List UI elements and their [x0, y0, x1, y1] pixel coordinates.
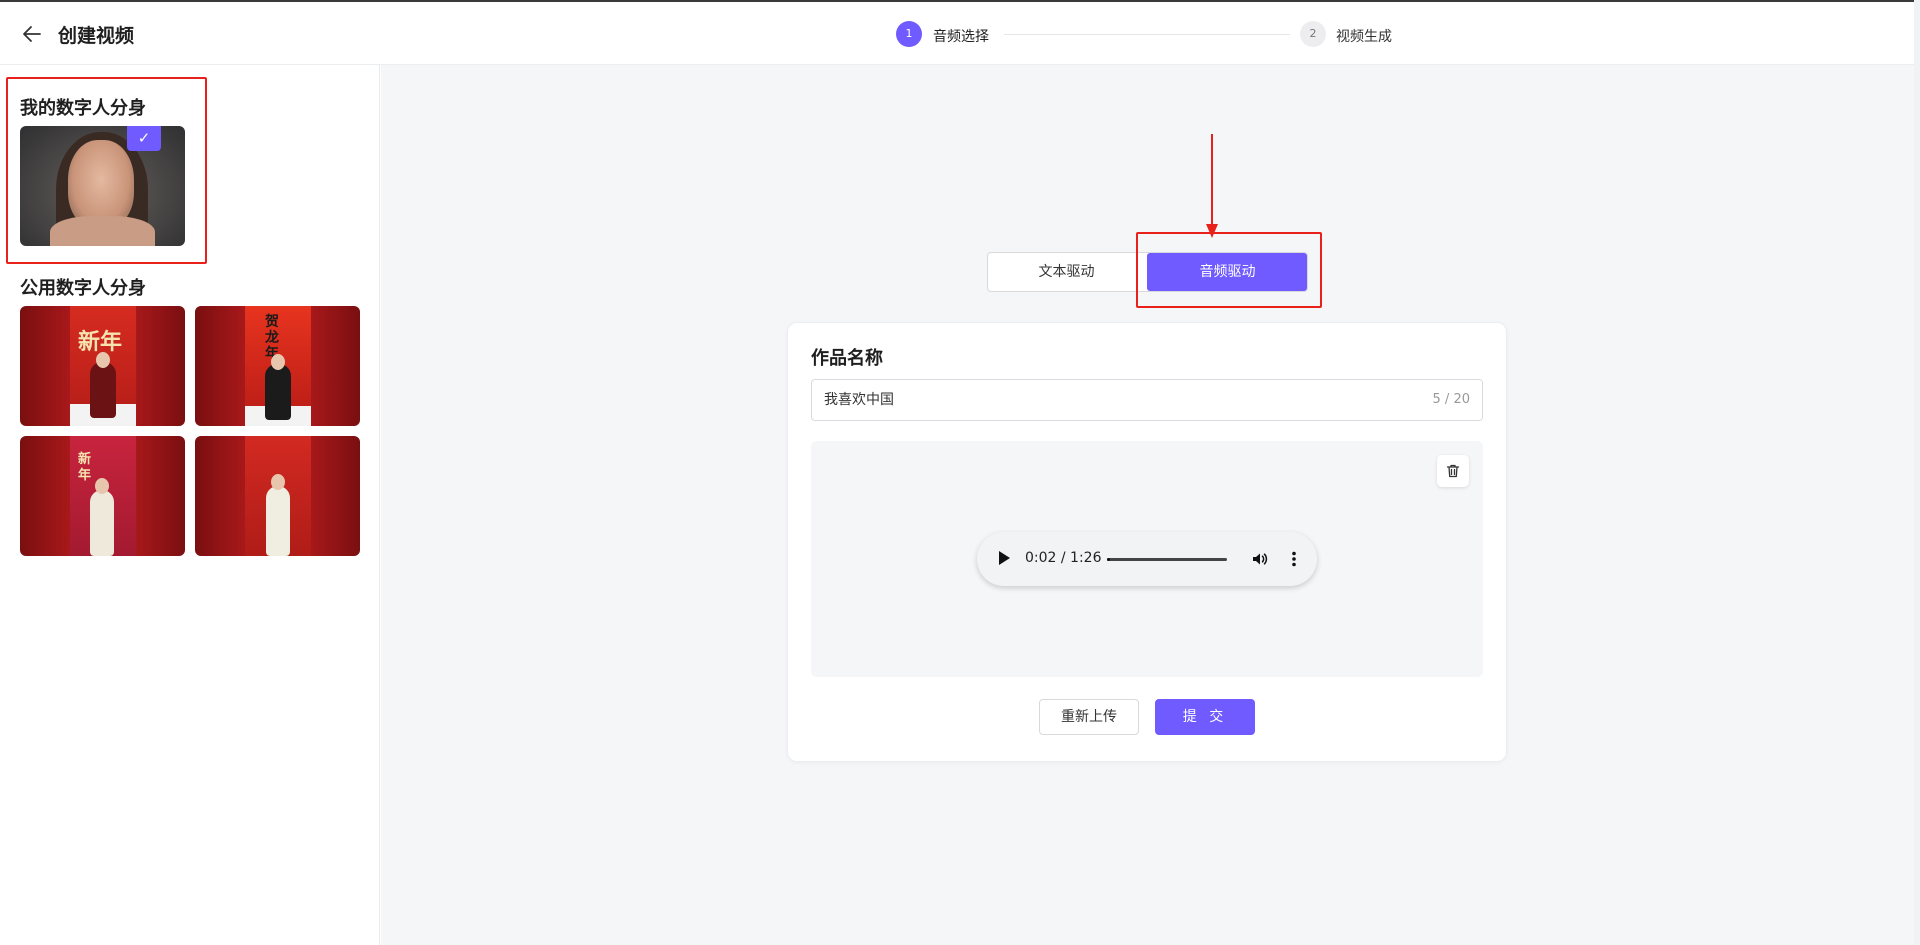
- progress-played: [1107, 558, 1110, 561]
- work-name-input[interactable]: 我喜欢中国 5 / 20: [811, 379, 1483, 421]
- poster-text: 新年: [78, 452, 92, 483]
- annotation-arrow-line: [1211, 134, 1213, 224]
- reupload-button[interactable]: 重新上传: [1039, 699, 1139, 735]
- step-connector-line: [1004, 34, 1290, 35]
- delete-audio-button[interactable]: [1437, 455, 1469, 487]
- step-indicator: 1 音频选择 2 视频生成: [896, 21, 1396, 47]
- audio-player: 0:02 / 1:26: [977, 532, 1317, 586]
- avatar-face: [68, 140, 134, 228]
- page-title: 创建视频: [58, 25, 135, 47]
- play-icon[interactable]: [999, 551, 1010, 565]
- audio-drive-button[interactable]: 音频驱动: [1147, 253, 1307, 291]
- step-1-label: 音频选择: [933, 29, 989, 45]
- public-avatars-title: 公用数字人分身: [20, 278, 146, 299]
- trash-icon: [1446, 464, 1460, 478]
- annotation-arrow-head: [1206, 224, 1218, 238]
- work-form-card: 作品名称 我喜欢中国 5 / 20 0:02 / 1:26 重新上传 提 交: [787, 322, 1507, 762]
- step-2-label: 视频生成: [1336, 29, 1392, 45]
- more-options-icon[interactable]: [1291, 550, 1297, 568]
- step-1-number: 1: [896, 21, 922, 47]
- poster-text: 新年: [78, 329, 123, 355]
- public-avatar-thumbnail[interactable]: 贺龙年: [195, 306, 360, 426]
- page-header: 创建视频 1 音频选择 2 视频生成: [0, 2, 1914, 65]
- audio-preview-area: 0:02 / 1:26: [811, 441, 1483, 677]
- presenter-head: [96, 352, 110, 368]
- work-name-value: 我喜欢中国: [824, 392, 894, 408]
- character-counter: 5 / 20: [1432, 392, 1470, 407]
- progress-track[interactable]: [1107, 558, 1227, 561]
- avatar-body: [50, 216, 155, 246]
- presenter-figure: [90, 362, 116, 418]
- presenter-head: [271, 354, 285, 370]
- public-avatar-thumbnail[interactable]: 新年: [20, 436, 185, 556]
- presenter-figure: [90, 490, 114, 556]
- volume-icon[interactable]: [1251, 550, 1269, 568]
- public-avatar-thumbnail[interactable]: 新年: [20, 306, 185, 426]
- work-name-title: 作品名称: [811, 348, 883, 369]
- presenter-figure: [265, 364, 291, 420]
- public-avatar-thumbnail[interactable]: [195, 436, 360, 556]
- selected-check-icon: ✓: [127, 126, 161, 151]
- presenter-head: [95, 478, 109, 494]
- playback-time: 0:02 / 1:26: [1025, 550, 1102, 566]
- my-avatars-title: 我的数字人分身: [20, 98, 146, 119]
- presenter-figure: [266, 486, 290, 556]
- drive-mode-toggle: 文本驱动 音频驱动: [987, 252, 1308, 292]
- presenter-head: [271, 474, 285, 490]
- scrollbar-track: [1914, 0, 1920, 945]
- my-avatar-thumbnail[interactable]: ✓: [20, 126, 185, 246]
- text-drive-button[interactable]: 文本驱动: [988, 253, 1145, 291]
- back-arrow-icon[interactable]: [20, 22, 44, 46]
- step-2-number: 2: [1300, 21, 1326, 47]
- submit-button[interactable]: 提 交: [1155, 699, 1255, 735]
- avatar-sidebar: 我的数字人分身 ✓ 公用数字人分身 新年 贺龙年 新年: [0, 65, 380, 945]
